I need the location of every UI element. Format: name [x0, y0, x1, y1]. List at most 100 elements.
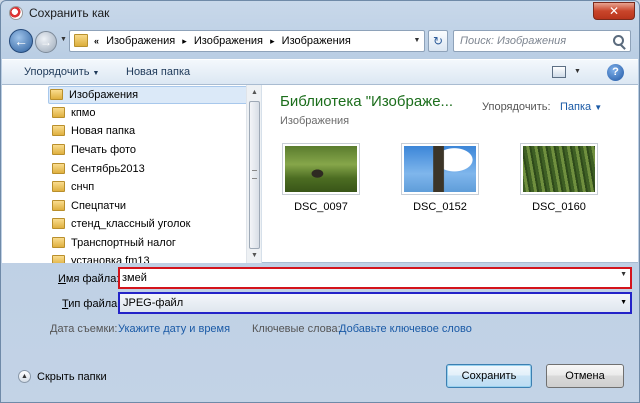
organize-label: Упорядочить — [24, 66, 90, 78]
sidebar-item-print-photo[interactable]: Печать фото — [52, 141, 136, 159]
sidebar-item-transport-tax[interactable]: Транспортный налог — [52, 234, 176, 252]
library-title: Библиотека "Изображе... — [280, 93, 454, 110]
breadcrumb-separator-icon[interactable]: ▸ — [270, 36, 275, 46]
save-as-dialog: Сохранить как ✕ ← → ▼ « Изображения ▸ Из… — [0, 0, 640, 403]
close-button[interactable]: ✕ — [593, 2, 635, 20]
sidebar-item-label: кпмо — [71, 107, 96, 119]
photo-thumbnail-image — [285, 146, 357, 192]
filename-label-accesskey: И — [58, 273, 66, 285]
save-button[interactable]: Сохранить — [446, 364, 532, 388]
file-list-pane: Библиотека "Изображе... Изображения Упор… — [264, 85, 638, 263]
window-title: Сохранить как — [29, 6, 110, 20]
sidebar-item-new-folder[interactable]: Новая папка — [52, 122, 135, 140]
help-button[interactable]: ? — [607, 64, 624, 81]
keywords-link[interactable]: Добавьте ключевое слово — [339, 323, 472, 335]
file-name[interactable]: DSC_0160 — [509, 201, 609, 213]
search-placeholder: Поиск: Изображения — [460, 35, 567, 47]
library-subtitle: Изображения — [280, 115, 350, 127]
refresh-button[interactable]: ↻ — [428, 30, 448, 52]
navigation-bar: ← → ▼ « Изображения ▸ Изображения ▸ Изоб… — [1, 27, 639, 55]
app-icon — [9, 6, 23, 20]
sidebar-item-install-fm13[interactable]: установка fm13 — [52, 252, 150, 263]
chevron-up-icon[interactable]: ▲ — [18, 370, 31, 383]
folder-icon — [52, 144, 65, 155]
sidebar-item-label: Спецпатчи — [71, 200, 127, 212]
organize-button[interactable]: Упорядочить ▼ — [24, 66, 99, 78]
navigation-scrollbar[interactable]: ▲ ▼ — [246, 85, 261, 263]
view-options-icon[interactable] — [552, 66, 566, 78]
sidebar-item-label: снчп — [71, 181, 95, 193]
filename-label: Имя файла: — [58, 273, 119, 285]
folder-icon — [52, 255, 65, 263]
back-button[interactable]: ← — [9, 29, 33, 53]
scroll-up-icon[interactable]: ▲ — [247, 85, 261, 100]
breadcrumb-overflow[interactable]: « — [94, 36, 99, 46]
view-dropdown-icon[interactable]: ▼ — [574, 68, 581, 75]
folder-icon — [52, 200, 65, 211]
dialog-footer: ▲ Скрыть папки Сохранить Отмена — [2, 356, 638, 402]
folder-icon — [50, 89, 63, 100]
breadcrumb: « Изображения ▸ Изображения ▸ Изображени… — [94, 35, 355, 47]
browser-area: Изображения кпмо Новая папка Печать фото… — [2, 85, 638, 263]
file-name[interactable]: DSC_0097 — [271, 201, 371, 213]
filename-field[interactable]: ▼ — [118, 267, 632, 289]
sidebar-item-images[interactable]: Изображения — [50, 86, 138, 104]
chevron-down-icon: ▼ — [594, 103, 603, 112]
scroll-thumb[interactable] — [249, 101, 260, 249]
cancel-button[interactable]: Отмена — [546, 364, 624, 388]
chevron-down-icon: ▼ — [620, 299, 627, 306]
sidebar-item-label: стенд_классный уголок — [71, 218, 191, 230]
address-dropdown-button[interactable]: ▼ — [410, 31, 424, 51]
breadcrumb-separator-icon[interactable]: ▸ — [182, 36, 187, 46]
navigation-pane: Изображения кпмо Новая папка Печать фото… — [2, 85, 262, 263]
search-input[interactable]: Поиск: Изображения — [453, 30, 631, 52]
folder-icon — [52, 181, 65, 192]
breadcrumb-item[interactable]: Изображения — [194, 35, 263, 47]
breadcrumb-item[interactable]: Изображения — [106, 35, 175, 47]
folder-icon — [52, 107, 65, 118]
sidebar-item-stand[interactable]: стенд_классный уголок — [52, 215, 190, 233]
hide-folders-button[interactable]: Скрыть папки — [37, 371, 107, 383]
filetype-select[interactable]: JPEG-файл ▼ — [118, 292, 632, 314]
breadcrumb-item[interactable]: Изображения — [282, 35, 351, 47]
photo-thumbnail-image — [404, 146, 476, 192]
address-bar[interactable]: « Изображения ▸ Изображения ▸ Изображени… — [69, 30, 425, 52]
chevron-down-icon[interactable]: ▼ — [620, 271, 627, 278]
sidebar-item-september2013[interactable]: Сентябрь2013 — [52, 160, 145, 178]
sidebar-item-label: установка fm13 — [71, 255, 150, 263]
sidebar-item-kpmo[interactable]: кпмо — [52, 104, 95, 122]
file-thumbnail[interactable] — [520, 143, 598, 195]
sidebar-item-label: Сентябрь2013 — [71, 163, 145, 175]
sidebar-item-label: Новая папка — [71, 125, 136, 137]
new-folder-button[interactable]: Новая папка — [126, 66, 190, 78]
file-thumbnail[interactable] — [282, 143, 360, 195]
date-taken-link[interactable]: Укажите дату и время — [118, 323, 230, 335]
filetype-label: Тип файла: — [62, 298, 120, 310]
keywords-label: Ключевые слова: — [252, 323, 341, 335]
photo-thumbnail-image — [523, 146, 595, 192]
arrange-by-dropdown[interactable]: Папка ▼ — [560, 101, 602, 113]
forward-button[interactable]: → — [35, 31, 57, 53]
arrange-by-label: Упорядочить: — [482, 101, 551, 113]
folder-icon — [52, 163, 65, 174]
sidebar-item-label: Транспортный налог — [71, 237, 176, 249]
folder-icon — [52, 125, 65, 136]
filename-input[interactable] — [122, 271, 626, 285]
sidebar-item-snchp[interactable]: снчп — [52, 178, 94, 196]
recent-locations-dropdown[interactable]: ▼ — [60, 36, 67, 43]
filename-label-text: мя файла: — [65, 273, 120, 285]
sidebar-item-label: Изображения — [69, 89, 139, 101]
file-name[interactable]: DSC_0152 — [390, 201, 490, 213]
search-icon[interactable] — [613, 35, 624, 46]
filetype-label-text: ип файла: — [68, 298, 121, 310]
folder-icon — [52, 237, 65, 248]
scroll-down-icon[interactable]: ▼ — [247, 248, 261, 263]
save-form: Имя файла: ▼ Тип файла: JPEG-файл ▼ Дата… — [2, 264, 638, 344]
file-thumbnail[interactable] — [401, 143, 479, 195]
sidebar-item-specpatches[interactable]: Спецпатчи — [52, 197, 126, 215]
folder-icon — [74, 34, 88, 47]
command-bar: Упорядочить ▼ Новая папка ▼ ? — [2, 59, 638, 85]
date-taken-label: Дата съемки: — [50, 323, 118, 335]
title-bar: Сохранить как ✕ — [1, 1, 639, 25]
arrange-by-value: Папка — [560, 101, 592, 113]
